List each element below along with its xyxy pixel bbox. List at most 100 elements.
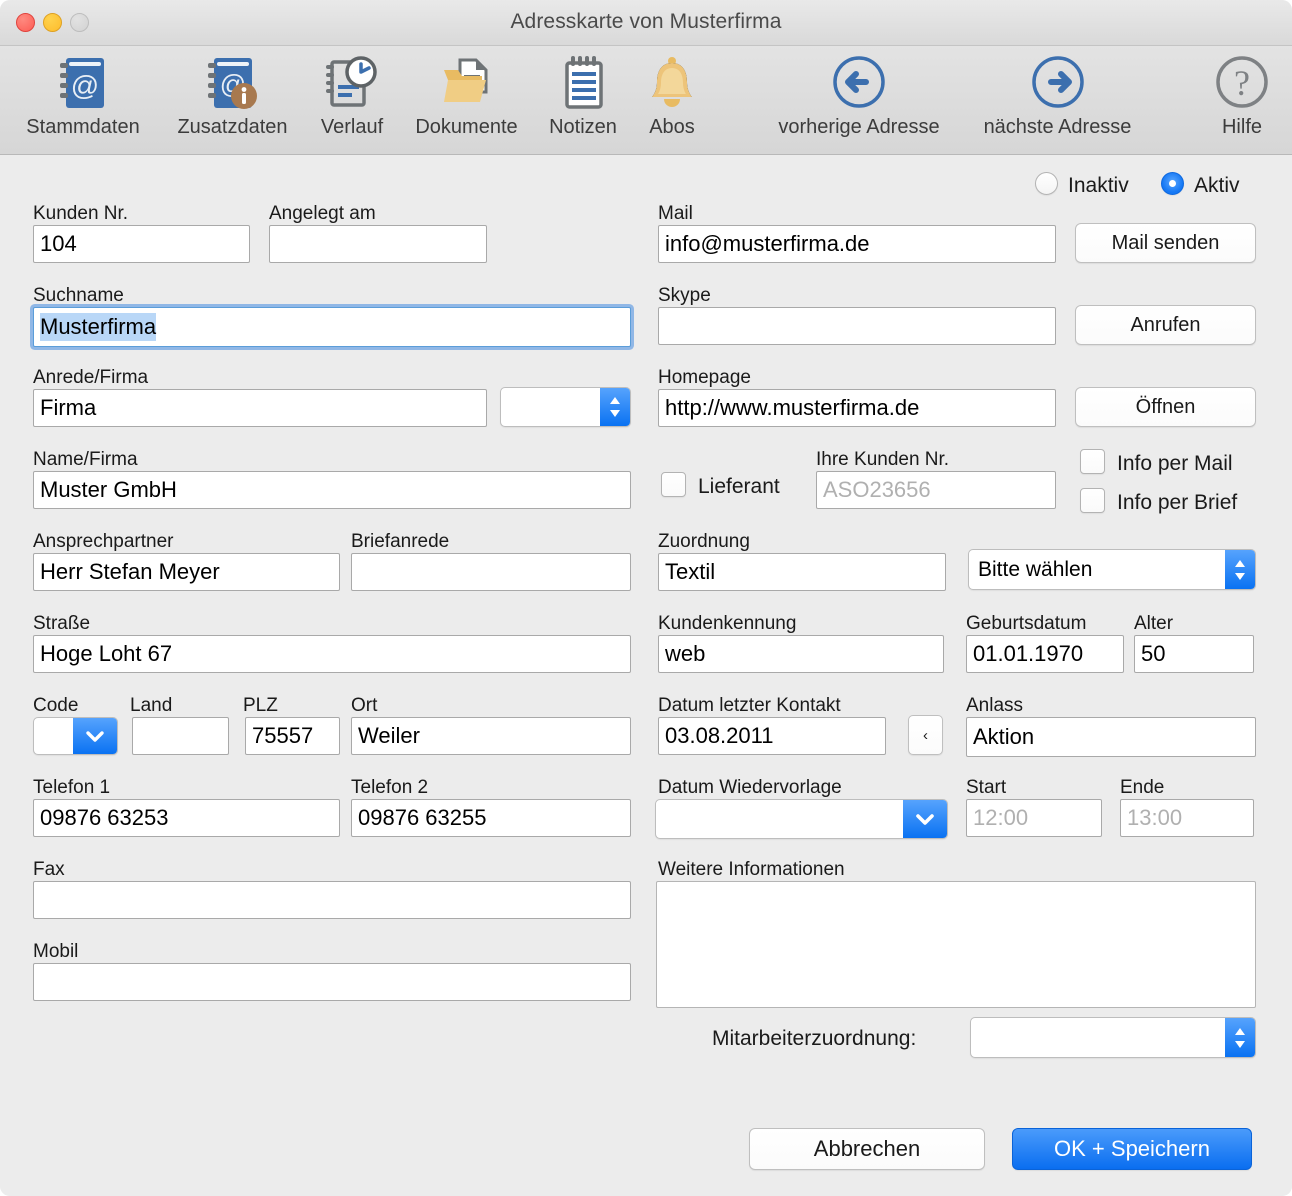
kunden-nr-field[interactable]: 104 — [33, 225, 250, 263]
arrow-right-circle-icon — [1029, 52, 1087, 114]
datum-wiedervorlage-dropdown[interactable] — [655, 799, 948, 839]
label-datum-wiedervorlage: Datum Wiedervorlage — [658, 777, 842, 798]
zuordnung-field[interactable]: Textil — [658, 553, 946, 591]
toolbar-item-notizen[interactable]: Notizen — [537, 52, 629, 139]
plz-field[interactable]: 75557 — [245, 717, 340, 755]
label-skype: Skype — [658, 285, 711, 306]
alter-field[interactable]: 50 — [1134, 635, 1254, 673]
start-field[interactable]: 12:00 — [966, 799, 1102, 837]
anrede-firma-field[interactable]: Firma — [33, 389, 487, 427]
question-circle-icon: ? — [1213, 52, 1271, 114]
label-code: Code — [33, 695, 79, 716]
label-anrede-firma: Anrede/Firma — [33, 367, 149, 388]
toolbar-item-verlauf[interactable]: Verlauf — [308, 52, 396, 139]
title-bar: Adresskarte von Musterfirma — [0, 0, 1292, 46]
toolbar-label: Verlauf — [320, 116, 384, 138]
ende-field[interactable]: 13:00 — [1120, 799, 1254, 837]
geburtsdatum-field[interactable]: 01.01.1970 — [966, 635, 1124, 673]
save-button[interactable]: OK + Speichern — [1012, 1128, 1252, 1170]
radio-inaktiv[interactable] — [1035, 172, 1058, 195]
label-inaktiv: Inaktiv — [1068, 174, 1129, 197]
toolbar-label: Hilfe — [1221, 116, 1262, 138]
label-geburtsdatum: Geburtsdatum — [966, 613, 1087, 634]
zuordnung-select-value: Bitte wählen — [978, 557, 1093, 581]
toolbar-item-dokumente[interactable]: Dokumente — [400, 52, 533, 139]
toolbar-item-hilfe[interactable]: ? Hilfe — [1198, 52, 1286, 139]
info-per-mail-checkbox[interactable] — [1080, 449, 1105, 474]
lieferant-checkbox[interactable] — [661, 472, 686, 497]
toolbar-label: Dokumente — [415, 116, 518, 138]
mail-senden-button[interactable]: Mail senden — [1075, 223, 1256, 263]
skype-field[interactable] — [658, 307, 1056, 345]
anlass-field[interactable]: Aktion — [966, 717, 1256, 757]
label-ihre-kunden-nr: Ihre Kunden Nr. — [816, 449, 950, 470]
ihre-kunden-nr-field[interactable]: ASO23656 — [816, 471, 1056, 509]
folder-document-icon — [438, 52, 496, 114]
label-briefanrede: Briefanrede — [351, 531, 450, 552]
label-start: Start — [966, 777, 1007, 798]
label-alter: Alter — [1134, 613, 1174, 634]
label-anlass: Anlass — [966, 695, 1024, 716]
toolbar-label: Zusatzdaten — [177, 116, 288, 138]
toolbar-item-vorherige-adresse[interactable]: vorherige Adresse — [760, 52, 958, 139]
history-clock-icon — [323, 52, 381, 114]
radio-aktiv[interactable] — [1161, 172, 1184, 195]
land-field[interactable] — [132, 717, 229, 755]
cancel-button[interactable]: Abbrechen — [749, 1128, 985, 1170]
label-telefon2: Telefon 2 — [351, 777, 429, 798]
toolbar-label: nächste Adresse — [983, 116, 1132, 138]
telefon2-field[interactable]: 09876 63255 — [351, 799, 631, 837]
previous-date-button[interactable]: ‹ — [908, 715, 943, 755]
info-per-brief-checkbox[interactable] — [1080, 488, 1105, 513]
briefanrede-field[interactable] — [351, 553, 631, 591]
suchname-field[interactable]: Musterfirma — [33, 307, 631, 347]
suchname-value: Musterfirma — [40, 313, 157, 341]
strasse-field[interactable]: Hoge Loht 67 — [33, 635, 631, 673]
label-homepage: Homepage — [658, 367, 751, 388]
toolbar-label: vorherige Adresse — [778, 116, 940, 138]
form-content: Inaktiv Aktiv Kunden Nr. 104 Angelegt am… — [0, 155, 1292, 1195]
zuordnung-select[interactable]: Bitte wählen — [968, 549, 1256, 590]
svg-text:@: @ — [71, 70, 99, 101]
ort-field[interactable]: Weiler — [351, 717, 631, 755]
label-lieferant: Lieferant — [698, 475, 780, 498]
toolbar-item-naechste-adresse[interactable]: nächste Adresse — [960, 52, 1155, 139]
toolbar-item-zusatzdaten[interactable]: @ Zusatzdaten — [166, 52, 299, 139]
stepper-up-down-icon[interactable] — [1225, 550, 1255, 589]
stepper-up-down-icon[interactable] — [1225, 1018, 1255, 1057]
ansprechpartner-field[interactable]: Herr Stefan Meyer — [33, 553, 340, 591]
address-book-info-icon: @ — [204, 52, 262, 114]
mitarbeiterzuordnung-select[interactable] — [970, 1017, 1256, 1058]
angelegt-am-field[interactable] — [269, 225, 487, 263]
anrufen-button[interactable]: Anrufen — [1075, 305, 1256, 345]
datum-letzter-kontakt-field[interactable]: 03.08.2011 — [658, 717, 886, 755]
code-dropdown[interactable] — [33, 717, 118, 755]
kundenkennung-field[interactable]: web — [658, 635, 944, 673]
toolbar-label: Abos — [649, 116, 695, 138]
toolbar-item-abos[interactable]: Abos — [632, 52, 712, 139]
window-title: Adresskarte von Musterfirma — [510, 10, 782, 33]
name-firma-field[interactable]: Muster GmbH — [33, 471, 631, 509]
label-info-per-mail: Info per Mail — [1117, 452, 1233, 475]
toolbar-item-stammdaten[interactable]: @ Stammdaten — [20, 52, 146, 139]
mail-field[interactable]: info@musterfirma.de — [658, 225, 1056, 263]
chevron-down-icon[interactable] — [73, 718, 117, 754]
label-kunden-nr: Kunden Nr. — [33, 203, 129, 224]
anrede-stepper[interactable] — [500, 387, 631, 427]
toolbar-label: Notizen — [549, 116, 617, 138]
stepper-up-down-icon[interactable] — [600, 388, 630, 426]
homepage-field[interactable]: http://www.musterfirma.de — [658, 389, 1056, 427]
label-mail: Mail — [658, 203, 693, 224]
mobil-field[interactable] — [33, 963, 631, 1001]
chevron-down-icon[interactable] — [903, 800, 947, 838]
telefon1-field[interactable]: 09876 63253 — [33, 799, 340, 837]
code-value — [34, 718, 73, 754]
label-mobil: Mobil — [33, 941, 79, 962]
label-info-per-brief: Info per Brief — [1117, 491, 1238, 514]
weitere-informationen-textarea[interactable] — [656, 881, 1256, 1008]
notepad-icon — [554, 52, 612, 114]
oeffnen-button[interactable]: Öffnen — [1075, 387, 1256, 427]
fax-field[interactable] — [33, 881, 631, 919]
label-suchname: Suchname — [33, 285, 124, 306]
datum-wiedervorlage-value — [656, 800, 903, 838]
